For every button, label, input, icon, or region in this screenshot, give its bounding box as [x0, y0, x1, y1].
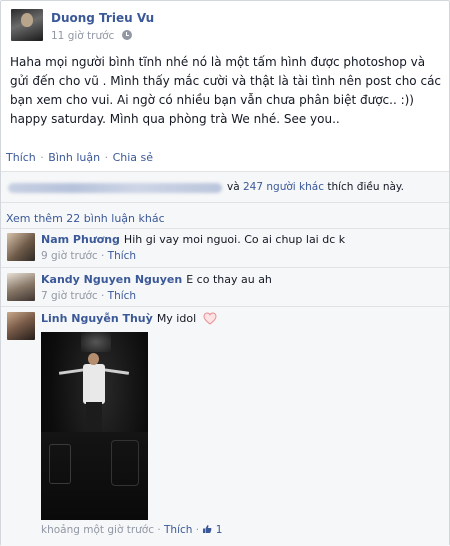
comment-meta: khoảng một giờ trước · Thích · 1: [41, 524, 223, 536]
comment-body: Nam Phương Hih gi vay moi nguoi. Co ai ch…: [41, 233, 441, 262]
comment-item: Linh Nguyễn Thuỳ My idol khoảng một giờ …: [1, 312, 449, 546]
comments-section: và 247 người khác thích điều này. Xem th…: [1, 171, 449, 546]
comment-time[interactable]: 9 giờ trước: [41, 250, 98, 262]
commenter-name[interactable]: Kandy Nguyen Nguyen: [41, 273, 182, 286]
comment-like-link[interactable]: Thích: [108, 290, 136, 302]
performer-head: [88, 353, 99, 365]
stage-prop: [49, 444, 71, 484]
action-separator: ·: [104, 151, 109, 164]
comment-photo[interactable]: [41, 332, 148, 520]
post-text: Haha mọi người bình tĩnh nhé nó là một t…: [10, 55, 442, 126]
comment-time[interactable]: khoảng một giờ trước: [41, 524, 154, 536]
blurred-liker-names: [8, 183, 222, 193]
divider: [1, 267, 449, 268]
comment-text: My idol: [156, 312, 197, 325]
commenter-avatar[interactable]: [7, 312, 35, 340]
comment-body: Linh Nguyễn Thuỳ My idol khoảng một giờ …: [41, 312, 441, 536]
likes-suffix: thích điều này.: [327, 181, 404, 193]
post-time[interactable]: 11 giờ trước: [51, 30, 114, 42]
performer-arm: [58, 368, 86, 375]
likes-text: và 247 người khác thích điều này.: [227, 181, 404, 193]
clock-icon[interactable]: [121, 30, 132, 40]
comment-item: Nam Phương Hih gi vay moi nguoi. Co ai ch…: [1, 233, 449, 267]
performer: [83, 364, 105, 404]
view-more-comments-link[interactable]: Xem thêm 22 bình luận khác: [6, 212, 165, 225]
commenter-name[interactable]: Linh Nguyễn Thuỳ: [41, 312, 153, 325]
comment-like-count[interactable]: 1: [202, 524, 222, 536]
comment-item: Kandy Nguyen Nguyen E co thay au ah 7 giờ…: [1, 273, 449, 307]
likes-prefix: và: [227, 181, 240, 193]
author-avatar[interactable]: [11, 9, 43, 41]
comment-text: Hih gi vay moi nguoi. Co ai chup lai dc …: [123, 233, 346, 246]
comment-link[interactable]: Bình luận: [48, 151, 100, 164]
like-link[interactable]: Thích: [6, 151, 36, 164]
action-separator: ·: [40, 151, 44, 164]
post-timestamp: 11 giờ trước: [51, 30, 132, 42]
stage-light: [81, 332, 111, 352]
stage-prop: [111, 440, 139, 486]
facebook-post: Duong Trieu Vu 11 giờ trước Haha mọi ngư…: [0, 0, 450, 546]
post-actions: Thích · Bình luận · Chia sẻ: [6, 151, 153, 164]
thumbs-up-icon: [203, 525, 212, 533]
comment-meta: 7 giờ trước · Thích: [41, 290, 137, 302]
author-name[interactable]: Duong Trieu Vu: [51, 11, 154, 25]
comment-text: E co thay au ah: [186, 273, 272, 286]
performer-legs: [86, 402, 102, 432]
divider: [1, 306, 449, 307]
comment-meta: 9 giờ trước · Thích: [41, 250, 137, 262]
performer-arm: [102, 368, 130, 375]
likes-summary: và 247 người khác thích điều này.: [1, 172, 449, 203]
comment-time[interactable]: 7 giờ trước: [41, 290, 98, 302]
divider: [1, 228, 449, 229]
commenter-name[interactable]: Nam Phương: [41, 233, 120, 246]
share-link[interactable]: Chia sẻ: [113, 151, 153, 164]
commenter-avatar[interactable]: [7, 273, 35, 301]
heart-icon: [203, 312, 217, 325]
commenter-avatar[interactable]: [7, 233, 35, 261]
comment-like-link[interactable]: Thích: [164, 524, 192, 536]
comment-like-link[interactable]: Thích: [108, 250, 136, 262]
like-count-value: 1: [215, 524, 223, 536]
likes-others-link[interactable]: 247 người khác: [243, 181, 324, 193]
comment-body: Kandy Nguyen Nguyen E co thay au ah 7 giờ…: [41, 273, 441, 302]
